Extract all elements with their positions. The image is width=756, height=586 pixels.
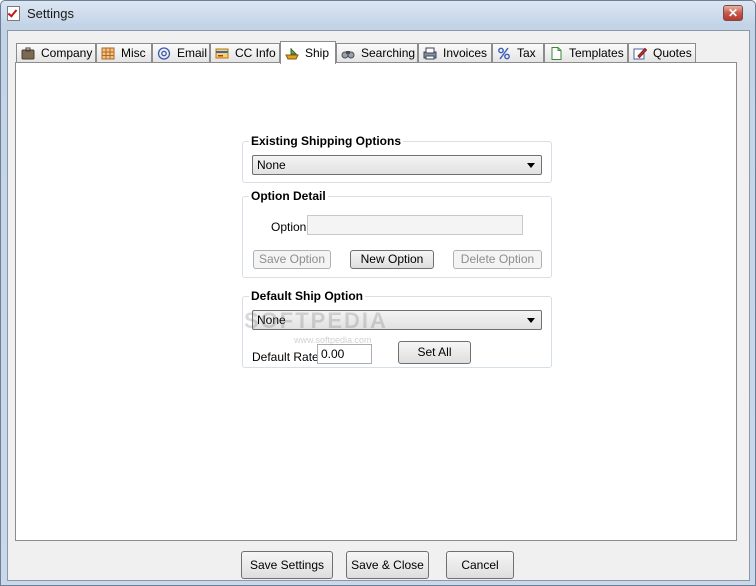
tab-label: Templates xyxy=(569,46,624,60)
default-rate-label: Default Rate xyxy=(252,350,319,364)
tab-label: Company xyxy=(41,46,93,60)
default-ship-title: Default Ship Option xyxy=(249,289,365,303)
option-detail-title: Option Detail xyxy=(249,189,328,203)
tab-label: Tax xyxy=(517,46,536,60)
cancel-button[interactable]: Cancel xyxy=(446,551,514,579)
existing-shipping-group: Existing Shipping Options None xyxy=(242,134,552,183)
save-close-button[interactable]: Save & Close xyxy=(346,551,429,579)
window-title: Settings xyxy=(27,6,74,21)
tab-misc[interactable]: Misc xyxy=(96,43,152,62)
new-option-button[interactable]: New Option xyxy=(350,250,434,269)
save-settings-button[interactable]: Save Settings xyxy=(241,551,333,579)
title-bar[interactable]: Settings ✕ xyxy=(1,1,755,27)
tab-invoices[interactable]: Invoices xyxy=(418,43,492,62)
ship-tab-page: Existing Shipping Options None Option De… xyxy=(15,62,737,541)
close-button[interactable]: ✕ xyxy=(723,5,743,21)
settings-window: Settings ✕ Company Misc Email CC Info Sh… xyxy=(0,0,756,586)
existing-shipping-dropdown[interactable]: None xyxy=(252,155,542,175)
tab-company[interactable]: Company xyxy=(16,43,96,62)
printer-icon xyxy=(423,47,437,60)
chevron-down-icon xyxy=(527,163,535,168)
credit-card-icon xyxy=(215,47,229,60)
tab-templates[interactable]: Templates xyxy=(544,43,628,62)
watermark: SOFTPEDIA xyxy=(244,308,388,333)
at-sign-icon xyxy=(157,46,171,60)
tab-label: Misc xyxy=(121,46,146,60)
tab-label: Invoices xyxy=(443,46,488,60)
tab-label: Searching xyxy=(361,46,416,60)
dropdown-value: None xyxy=(257,158,286,172)
percent-icon xyxy=(497,47,511,60)
note-pencil-icon xyxy=(633,47,648,60)
delete-option-button[interactable]: Delete Option xyxy=(453,250,542,269)
tab-label: Ship xyxy=(305,46,330,60)
watermark-url: www.softpedia.com xyxy=(294,335,372,345)
option-label: Option xyxy=(271,220,307,234)
option-detail-group: Option Detail Option Save Option New Opt… xyxy=(242,189,552,278)
ship-icon xyxy=(285,47,299,60)
binoculars-icon xyxy=(341,47,355,60)
tab-email[interactable]: Email xyxy=(152,43,210,62)
tab-ship[interactable]: Ship xyxy=(280,41,336,64)
tab-cc-info[interactable]: CC Info xyxy=(210,43,280,62)
tab-tax[interactable]: Tax xyxy=(492,43,544,62)
close-icon: ✕ xyxy=(727,6,739,20)
save-option-button[interactable]: Save Option xyxy=(253,250,331,269)
tab-searching[interactable]: Searching xyxy=(336,43,418,62)
existing-shipping-title: Existing Shipping Options xyxy=(249,134,403,148)
grid-icon xyxy=(101,47,115,60)
option-field[interactable] xyxy=(307,215,523,235)
set-all-button[interactable]: Set All xyxy=(398,341,471,364)
tab-label: CC Info xyxy=(235,46,276,60)
tab-quotes[interactable]: Quotes xyxy=(628,43,696,62)
tab-label: Email xyxy=(177,46,208,60)
chevron-down-icon xyxy=(527,318,535,323)
tab-label: Quotes xyxy=(653,46,692,60)
default-rate-input[interactable]: 0.00 xyxy=(317,344,372,364)
briefcase-icon xyxy=(21,47,35,60)
document-icon xyxy=(549,46,563,60)
app-checkmark-icon xyxy=(7,6,20,21)
client-area: Company Misc Email CC Info Ship Searchin… xyxy=(7,30,750,581)
